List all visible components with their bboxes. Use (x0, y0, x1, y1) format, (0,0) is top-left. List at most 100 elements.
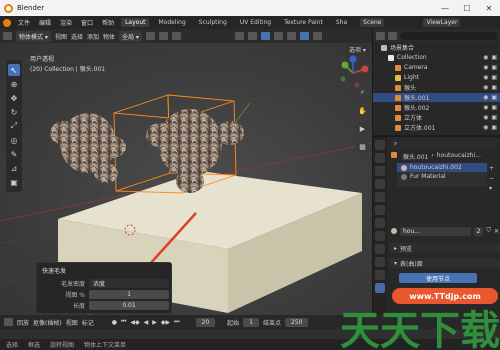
outliner-item[interactable]: Camera ◉ ▣ (373, 63, 500, 72)
add-slot-button[interactable]: + (489, 165, 494, 172)
visibility-icon[interactable] (234, 32, 244, 40)
material-name-field[interactable]: hou... (400, 226, 471, 236)
render-visibility-icon[interactable]: ▣ (491, 114, 497, 121)
outliner-search-input[interactable] (400, 31, 497, 40)
start-frame-field[interactable]: 1 (243, 317, 259, 327)
use-nodes-button[interactable]: 使用节点 (399, 273, 477, 283)
material-slot-list[interactable]: houtoucaizhi.002 Fur Material (397, 163, 487, 187)
mode-selector[interactable]: 物体模式 ▾ (16, 30, 51, 42)
transform-tool-icon[interactable]: ◎ (8, 134, 20, 146)
menu-marker[interactable]: 标记 (82, 318, 94, 327)
surface-panel-header[interactable]: ▾ 表(曲)面 (389, 258, 500, 268)
pivot-icon[interactable] (145, 32, 155, 40)
preview-panel-header[interactable]: ▸ 预览 (389, 243, 500, 253)
scale-tool-icon[interactable]: ⤢ (8, 120, 20, 132)
properties-search-input[interactable]: ⌕ (391, 139, 499, 149)
play-icon[interactable]: ▶ (152, 319, 157, 326)
material-slot-item[interactable]: houtoucaizhi.002 (397, 163, 487, 172)
solid-shading-icon[interactable] (286, 32, 296, 40)
close-button[interactable]: ✕ (478, 0, 500, 16)
maximize-button[interactable]: ☐ (456, 0, 478, 16)
render-tab-icon[interactable] (375, 153, 385, 163)
overlay-icon[interactable] (260, 32, 270, 40)
particles-tab-icon[interactable] (375, 231, 385, 241)
xray-icon[interactable] (273, 32, 283, 40)
grid-view-icon[interactable]: ▦ (356, 140, 369, 153)
render-visibility-icon[interactable]: ▣ (491, 94, 497, 101)
view-percent-field[interactable]: 1 (89, 290, 169, 299)
proportional-edit-icon[interactable] (171, 32, 181, 40)
end-frame-field[interactable]: 250 (285, 317, 309, 327)
tab-shading[interactable]: Sha (332, 18, 351, 27)
jump-start-icon[interactable]: ⏮ (121, 318, 126, 326)
eye-icon[interactable]: ◉ (483, 114, 488, 121)
menu-window[interactable]: 窗口 (79, 17, 95, 28)
outliner-item[interactable]: 猴头 ◉ ▣ (373, 83, 500, 92)
select-tool-icon[interactable]: ↖ (8, 64, 20, 76)
slot-menu-button[interactable]: ▾ (489, 185, 494, 192)
user-count-badge[interactable]: 2 (473, 226, 484, 236)
remove-slot-button[interactable]: − (489, 175, 494, 182)
record-icon[interactable]: ● (112, 319, 117, 326)
jump-end-icon[interactable]: ⏭ (174, 318, 179, 326)
next-key-icon[interactable]: ◆▶ (161, 319, 170, 326)
camera-view-icon[interactable]: ▶ (356, 122, 369, 135)
scene-tab-icon[interactable] (375, 179, 385, 189)
outliner-item[interactable]: 猴头.002 ◉ ▣ (373, 103, 500, 112)
outliner-item[interactable]: 猴头.001 ◉ ▣ (373, 93, 500, 102)
outliner-item[interactable]: 立方体 ◉ ▣ (373, 113, 500, 122)
view-layer-selector[interactable]: ViewLayer (423, 18, 461, 27)
fake-user-icon[interactable]: ⛉ (486, 227, 491, 235)
material-slot-item[interactable]: Fur Material (397, 172, 487, 181)
menu-file[interactable]: 文件 (16, 17, 32, 28)
eye-icon[interactable]: ◉ (483, 74, 488, 81)
eye-icon[interactable]: ◉ (483, 104, 488, 111)
scene-collection-row[interactable]: 场景集合 (373, 43, 500, 52)
tab-sculpting[interactable]: Sculpting (195, 18, 231, 27)
menu-view[interactable]: 视图 (55, 32, 67, 41)
editor-type-icon[interactable] (3, 32, 12, 40)
snap-icon[interactable] (158, 32, 168, 40)
tool-tab-icon[interactable] (375, 140, 385, 150)
play-reverse-icon[interactable]: ◀ (144, 319, 149, 326)
cursor-tool-icon[interactable]: ⊕ (8, 78, 20, 90)
blender-menu-icon[interactable] (3, 18, 11, 27)
eye-icon[interactable]: ◉ (483, 54, 488, 61)
modifier-tab-icon[interactable] (375, 218, 385, 228)
constraints-tab-icon[interactable] (375, 257, 385, 267)
timeline-editor-icon[interactable] (4, 318, 13, 326)
eye-icon[interactable]: ◉ (483, 64, 488, 71)
menu-playback[interactable]: 回放 (17, 318, 29, 327)
material-browse-icon[interactable] (391, 228, 397, 234)
tab-texture-paint[interactable]: Texture Paint (280, 18, 327, 27)
annotate-tool-icon[interactable]: ✎ (8, 148, 20, 160)
zoom-icon[interactable]: ⌕ (356, 86, 369, 99)
minimize-button[interactable]: — (434, 0, 456, 16)
data-tab-icon[interactable] (375, 270, 385, 280)
add-cube-tool-icon[interactable]: ▣ (8, 176, 20, 188)
length-field[interactable]: 0.01 (89, 301, 169, 310)
scene-selector[interactable]: Scene (360, 18, 385, 27)
menu-select[interactable]: 选择 (71, 32, 83, 41)
tab-uv-editing[interactable]: UV Editing (236, 18, 275, 27)
output-tab-icon[interactable] (375, 166, 385, 176)
render-visibility-icon[interactable]: ▣ (491, 124, 497, 131)
rotate-tool-icon[interactable]: ↻ (8, 106, 20, 118)
orientation-selector[interactable]: 全局 ▾ (119, 30, 142, 42)
render-visibility-icon[interactable]: ▣ (491, 74, 497, 81)
tab-modeling[interactable]: Modeling (154, 18, 189, 27)
physics-tab-icon[interactable] (375, 244, 385, 254)
menu-object[interactable]: 物体 (103, 32, 115, 41)
object-tab-icon[interactable] (375, 205, 385, 215)
render-visibility-icon[interactable]: ▣ (491, 84, 497, 91)
tab-layout[interactable]: Layout (121, 18, 150, 27)
menu-timeline-view[interactable]: 视图 (66, 318, 78, 327)
outliner-item[interactable]: Collection ◉ ▣ (373, 53, 500, 62)
options-button[interactable]: 选项 ▾ (346, 44, 369, 55)
prev-key-icon[interactable]: ◀◆ (130, 319, 139, 326)
outliner-item[interactable]: 立方体.001 ◉ ▣ (373, 123, 500, 132)
unlink-icon[interactable]: ✕ (494, 228, 499, 235)
gizmo-icon[interactable] (247, 32, 257, 40)
menu-add[interactable]: 添加 (87, 32, 99, 41)
outliner-item[interactable]: Light ◉ ▣ (373, 73, 500, 82)
